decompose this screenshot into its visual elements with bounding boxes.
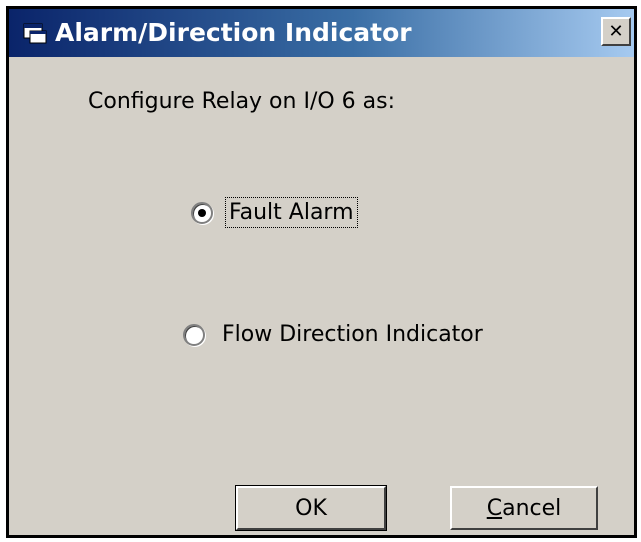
close-button[interactable]: ✕ bbox=[601, 17, 631, 46]
cancel-accesskey: C bbox=[486, 495, 503, 521]
radio-selected-dot bbox=[198, 208, 206, 217]
close-icon: ✕ bbox=[608, 20, 624, 42]
radio-label-fault-alarm[interactable]: Fault Alarm bbox=[225, 197, 358, 228]
cancel-button[interactable]: Cancel bbox=[450, 486, 598, 530]
radio-button-fault-alarm[interactable] bbox=[191, 201, 213, 224]
radio-label-flow-direction[interactable]: Flow Direction Indicator bbox=[219, 320, 486, 349]
radio-flow-direction[interactable]: Flow Direction Indicator bbox=[183, 320, 486, 349]
radio-fault-alarm[interactable]: Fault Alarm bbox=[191, 197, 358, 228]
cancel-label-rest: ancel bbox=[502, 495, 562, 521]
cancel-button-label: Cancel bbox=[487, 496, 562, 521]
radio-button-flow-direction[interactable] bbox=[183, 323, 205, 346]
ok-button[interactable]: OK bbox=[235, 485, 387, 531]
window-title: Alarm/Direction Indicator bbox=[55, 18, 412, 47]
dialog-window: Alarm/Direction Indicator ✕ Configure Re… bbox=[6, 6, 637, 538]
ok-button-label: OK bbox=[295, 495, 327, 521]
dialog-app-icon bbox=[23, 22, 47, 44]
title-bar[interactable]: Alarm/Direction Indicator ✕ bbox=[9, 9, 634, 57]
configure-prompt: Configure Relay on I/O 6 as: bbox=[88, 89, 396, 114]
